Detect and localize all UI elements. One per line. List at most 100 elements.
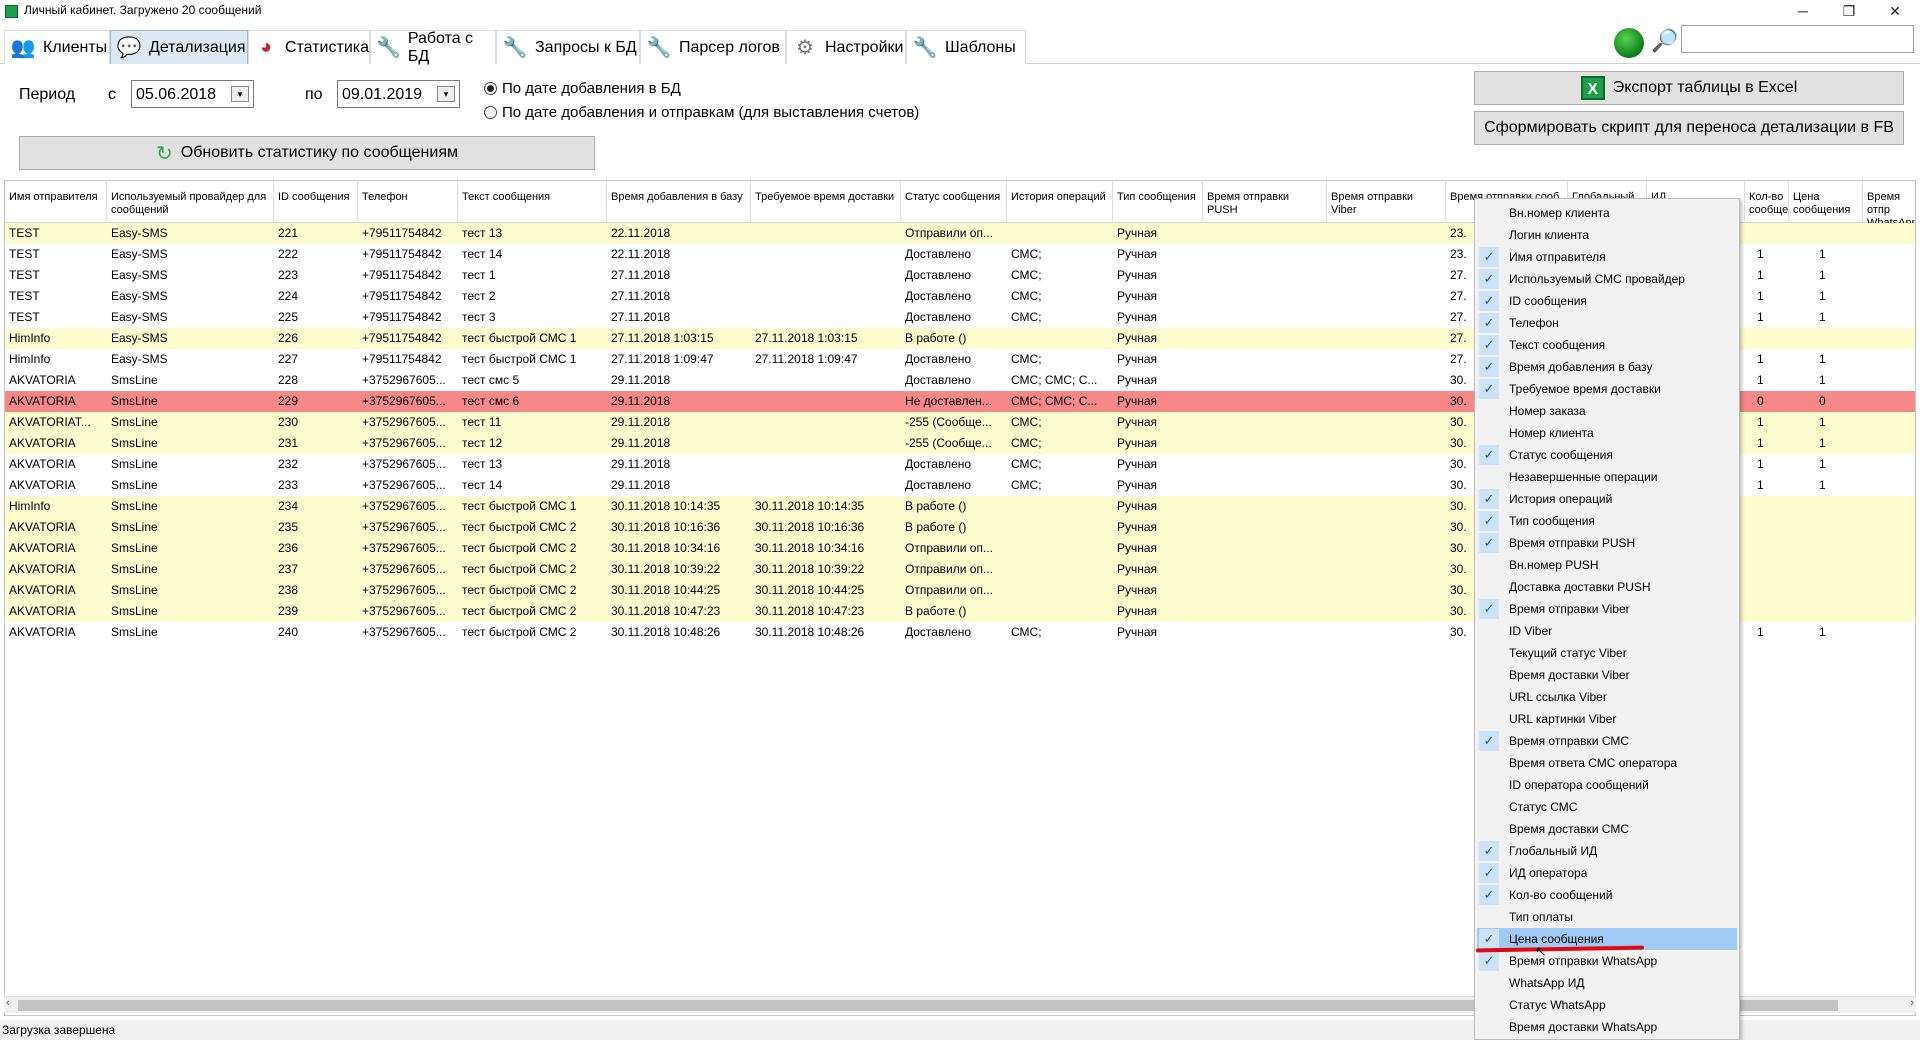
scroll-left-icon[interactable]: ‹ — [6, 997, 10, 1009]
cell-price: 1 — [1819, 625, 1826, 639]
menu-item-label: Время добавления в базу — [1509, 360, 1653, 374]
menu-item[interactable]: ✓ Время отправки WhatsApp — [1477, 950, 1737, 972]
menu-item-label: Время доставки СМС — [1509, 822, 1629, 836]
cell-text: тест 12 — [462, 436, 503, 450]
search-icon[interactable]: 🔎 — [1651, 28, 1678, 54]
col-viber-time[interactable]: Время отправки Viber — [1327, 181, 1446, 223]
date-from-picker[interactable]: 05.06.2018 ▾ — [131, 80, 254, 108]
checkmark-icon: ✓ — [1479, 335, 1499, 355]
tab-details[interactable]: 💬 Детализация — [110, 30, 248, 64]
menu-item[interactable]: Доставка доставки PUSH — [1477, 576, 1737, 598]
checkmark-icon: ✓ — [1479, 929, 1499, 949]
menu-item-label: История операций — [1509, 492, 1613, 506]
cell-provider: Easy-SMS — [111, 268, 168, 282]
menu-item[interactable]: Незавершенные операции — [1477, 466, 1737, 488]
cell-type: Ручная — [1117, 310, 1158, 324]
col-price[interactable]: Цена сообщения — [1789, 181, 1863, 223]
menu-item-label: Имя отправителя — [1509, 250, 1606, 264]
radio-by-db-date[interactable]: По дате добавления в БД — [484, 80, 681, 97]
col-text[interactable]: Текст сообщения — [458, 181, 607, 223]
menu-item[interactable]: ✓ История операций — [1477, 488, 1737, 510]
cell-required: 27.11.2018 1:09:47 — [755, 352, 858, 366]
menu-item[interactable]: Время доставки СМС — [1477, 818, 1737, 840]
menu-item[interactable]: ✓ Используемый СМС провайдер — [1477, 268, 1737, 290]
menu-item[interactable]: URL ссылка Viber — [1477, 686, 1737, 708]
menu-item-label: Время отправки WhatsApp — [1509, 954, 1658, 968]
menu-item[interactable]: Номер клиента — [1477, 422, 1737, 444]
menu-item[interactable]: Время доставки Viber — [1477, 664, 1737, 686]
refresh-stats-button[interactable]: ↻ Обновить статистику по сообщениям — [19, 136, 595, 170]
cell-status: Доставлено — [905, 373, 972, 387]
tab-settings[interactable]: ⚙ Настройки — [786, 30, 906, 64]
close-button[interactable]: ✕ — [1872, 0, 1918, 22]
col-history[interactable]: История операций — [1007, 181, 1113, 223]
col-added-time[interactable]: Время добавления в базу — [607, 181, 751, 223]
menu-item[interactable]: ✓ ID сообщения — [1477, 290, 1737, 312]
menu-item[interactable]: ✓ Тип сообщения — [1477, 510, 1737, 532]
minimize-button[interactable]: ─ — [1780, 0, 1826, 22]
menu-item[interactable]: Текущий статус Viber — [1477, 642, 1737, 664]
menu-item[interactable]: Логин клиента — [1477, 224, 1737, 246]
menu-item[interactable]: ✓ Время отправки PUSH — [1477, 532, 1737, 554]
menu-item[interactable]: Статус WhatsApp — [1477, 994, 1737, 1016]
maximize-button[interactable]: ❐ — [1826, 0, 1872, 22]
col-type[interactable]: Тип сообщения — [1113, 181, 1203, 223]
menu-item[interactable]: URL картинки Viber — [1477, 708, 1737, 730]
menu-item[interactable]: ✓ Время отправки Viber — [1477, 598, 1737, 620]
menu-item[interactable]: ✓ Телефон — [1477, 312, 1737, 334]
cell-history: СМС; — [1011, 289, 1042, 303]
menu-item[interactable]: Тип оплаты — [1477, 906, 1737, 928]
col-status[interactable]: Статус сообщения — [901, 181, 1007, 223]
tab-clients[interactable]: 👥 Клиенты — [4, 30, 110, 64]
cell-provider: SmsLine — [111, 520, 158, 534]
menu-item[interactable]: Номер заказа — [1477, 400, 1737, 422]
menu-item[interactable]: ID оператора сообщений — [1477, 774, 1737, 796]
cell-price: 1 — [1819, 436, 1826, 450]
from-label: с — [108, 86, 116, 103]
col-message-id[interactable]: ID сообщения — [274, 181, 358, 223]
tab-db-queries[interactable]: 🔧 Запросы к БД — [496, 30, 640, 64]
tab-db-work[interactable]: 🔧 Работа с БД — [370, 30, 496, 65]
col-push-time[interactable]: Время отправки PUSH — [1203, 181, 1327, 223]
menu-item[interactable]: ✓ Время добавления в базу — [1477, 356, 1737, 378]
cell-id: 225 — [278, 310, 299, 324]
tab-statistics[interactable]: ◕ Статистика — [248, 30, 370, 64]
col-required-time[interactable]: Требуемое время доставки — [751, 181, 901, 223]
cell-added: 27.11.2018 — [611, 289, 671, 303]
calendar-icon[interactable]: ▾ — [437, 86, 455, 102]
menu-item[interactable]: Вн.номер PUSH — [1477, 554, 1737, 576]
tab-log-parser[interactable]: 🔧 Парсер логов — [640, 30, 786, 64]
radio-by-sent-date[interactable]: По дате добавления и отправкам (для выст… — [484, 104, 919, 121]
menu-item[interactable]: ✓ Имя отправителя — [1477, 246, 1737, 268]
checkmark-icon: ✓ — [1479, 863, 1499, 883]
menu-item[interactable]: Время ответа СМС оператора — [1477, 752, 1737, 774]
menu-item[interactable]: Вн.номер клиента — [1477, 202, 1737, 224]
generate-script-button[interactable]: Сформировать скрипт для переноса детализ… — [1474, 111, 1904, 145]
col-whatsapp-time[interactable]: Время отпр WhatsApp — [1863, 181, 1915, 223]
search-input[interactable] — [1681, 25, 1914, 53]
cell-provider: SmsLine — [111, 457, 158, 471]
menu-item[interactable]: ✓ Текст сообщения — [1477, 334, 1737, 356]
scroll-right-icon[interactable]: › — [1910, 997, 1914, 1009]
col-phone[interactable]: Телефон — [358, 181, 458, 223]
col-message-count[interactable]: Кол-во сообщений — [1745, 181, 1789, 223]
date-to-picker[interactable]: 09.01.2019 ▾ — [337, 80, 460, 108]
tab-templates[interactable]: 🔧 Шаблоны — [906, 30, 1026, 64]
cell-added: 27.11.2018 — [611, 310, 671, 324]
menu-item[interactable]: ✓ Кол-во сообщений — [1477, 884, 1737, 906]
menu-item[interactable]: ✓ ИД оператора — [1477, 862, 1737, 884]
menu-item[interactable]: ID Viber — [1477, 620, 1737, 642]
col-sender[interactable]: Имя отправителя — [5, 181, 107, 223]
cell-phone: +3752967605... — [362, 394, 446, 408]
menu-item[interactable]: ✓ Требуемое время доставки — [1477, 378, 1737, 400]
menu-item[interactable]: ✓ Статус сообщения — [1477, 444, 1737, 466]
export-excel-button[interactable]: X Экспорт таблицы в Excel — [1474, 71, 1904, 105]
calendar-icon[interactable]: ▾ — [231, 86, 249, 102]
menu-item[interactable]: WhatsApp ИД — [1477, 972, 1737, 994]
menu-item[interactable]: ✓ Время отправки СМС — [1477, 730, 1737, 752]
menu-item[interactable]: Время доставки WhatsApp — [1477, 1016, 1737, 1038]
menu-item[interactable]: Статус СМС — [1477, 796, 1737, 818]
menu-item[interactable]: ✓ Глобальный ИД — [1477, 840, 1737, 862]
cell-added: 29.11.2018 — [611, 394, 671, 408]
col-provider[interactable]: Используемый провайдер для сообщений — [107, 181, 274, 223]
